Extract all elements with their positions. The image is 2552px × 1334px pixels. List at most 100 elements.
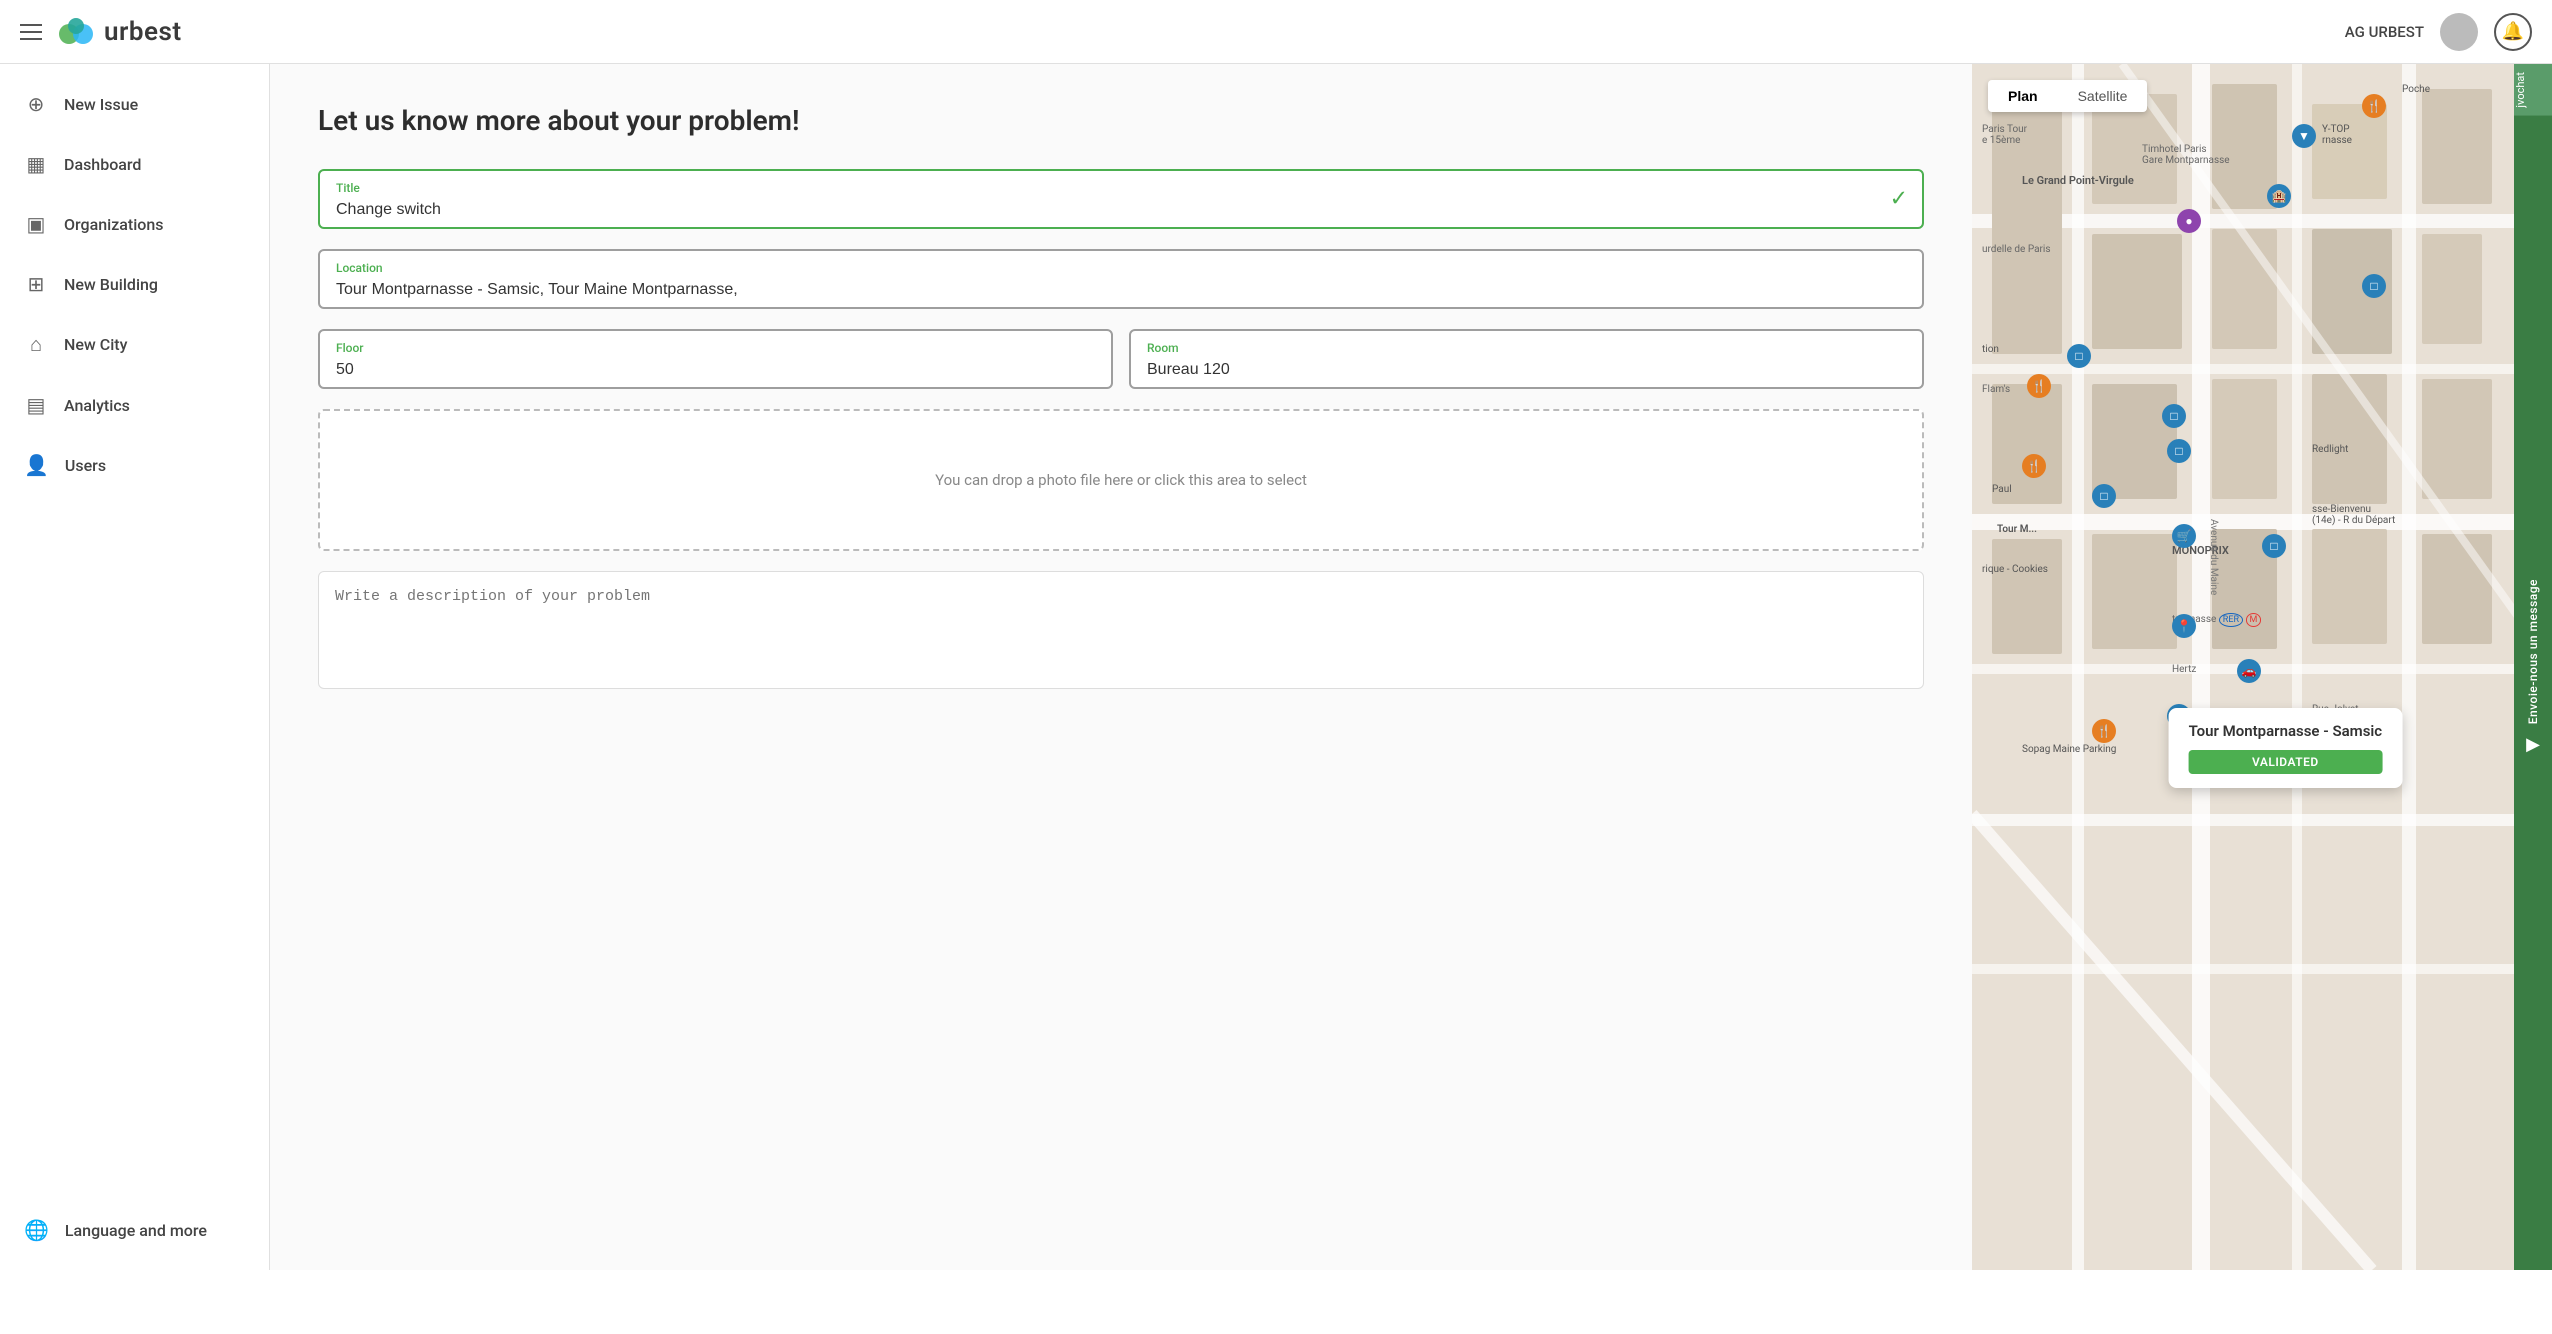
title-label: Title — [336, 181, 1906, 195]
map-pin-purple-1: ● — [2177, 209, 2201, 233]
map-label-sopag: Sopag Maine Parking — [2022, 744, 2116, 755]
sidebar-item-label: Language and more — [65, 1221, 207, 1240]
map-pin-blue-2: 🏨 — [2267, 184, 2291, 208]
form-heading: Let us know more about your problem! — [318, 104, 1924, 137]
floor-label: Floor — [336, 341, 1095, 355]
map-label-flams: Flam's — [1982, 384, 2010, 395]
sidebar-item-label: Dashboard — [64, 155, 141, 174]
chat-bar[interactable]: jvochat Envoie-nous un message ▶ — [2514, 64, 2552, 1270]
map-pin-orange-2: 🍴 — [2027, 374, 2051, 398]
sidebar-item-label: Organizations — [64, 215, 164, 234]
logo-text: urbest — [104, 17, 182, 47]
plan-button[interactable]: Plan — [1988, 80, 2058, 112]
floor-field[interactable]: Floor — [318, 329, 1113, 389]
map-label-1: Le Grand Point-Virgule — [2022, 174, 2134, 187]
map-pin-blue-8: 🛒 — [2172, 524, 2196, 548]
sidebar-item-language[interactable]: 🌐 Language and more — [0, 1200, 269, 1260]
title-field-group: Title ✓ — [318, 169, 1924, 229]
map-label-timhotel: Timhotel ParisGare Montparnasse — [2142, 144, 2230, 166]
header-left: urbest — [20, 12, 182, 52]
map-pin-orange-4: 🍴 — [2092, 719, 2116, 743]
map-pin-blue-6: □ — [2167, 439, 2191, 463]
sidebar-item-label: New Building — [64, 275, 158, 294]
sidebar-item-label: Analytics — [64, 396, 130, 415]
dashboard-icon: ▦ — [24, 152, 48, 176]
location-input[interactable] — [336, 281, 1906, 299]
map-pin-blue-4: □ — [2067, 344, 2091, 368]
map-pin-blue-hertz: 🚗 — [2237, 659, 2261, 683]
map-label-avenue: Avenue du Maine — [2207, 519, 2219, 595]
sidebar-item-label: New Issue — [64, 95, 138, 114]
room-field[interactable]: Room — [1129, 329, 1924, 389]
sidebar-item-label: New City — [64, 335, 127, 354]
map-label-paris-tour: Paris Toure 15ème — [1982, 124, 2027, 146]
sidebar-item-new-issue[interactable]: ⊕ New Issue — [0, 74, 269, 134]
hamburger-menu[interactable] — [20, 24, 42, 40]
logo: urbest — [56, 12, 182, 52]
location-label: Location — [336, 261, 1906, 275]
description-field[interactable] — [318, 571, 1924, 689]
map-label-cookies: rique - Cookies — [1982, 564, 2048, 575]
floor-room-group: Floor Room — [318, 329, 1924, 389]
building-icon: ⊞ — [24, 272, 48, 296]
map-pin-blue-7: □ — [2092, 484, 2116, 508]
map-label-ytop: Y-TOPrnasse — [2322, 124, 2352, 146]
map-label-redlight: Redlight — [2312, 444, 2348, 455]
map-label-hertz: Hertz — [2172, 664, 2196, 675]
sidebar-item-label: Users — [65, 456, 106, 475]
title-input[interactable] — [336, 201, 1906, 219]
description-textarea[interactable] — [335, 588, 1907, 668]
tooltip-title: Tour Montparnasse - Samsic — [2189, 722, 2383, 740]
sidebar-item-users[interactable]: 👤 Users — [0, 435, 269, 495]
location-field[interactable]: Location — [318, 249, 1924, 309]
sidebar-item-dashboard[interactable]: ▦ Dashboard — [0, 134, 269, 194]
photo-drop-area[interactable]: You can drop a photo file here or click … — [318, 409, 1924, 551]
map-label-action: tion — [1982, 344, 1999, 355]
satellite-button[interactable]: Satellite — [2058, 80, 2148, 112]
layout: ⊕ New Issue ▦ Dashboard ▣ Organizations … — [0, 64, 2552, 1270]
sidebar-item-new-city[interactable]: ⌂ New City — [0, 314, 269, 375]
room-input[interactable] — [1147, 361, 1906, 379]
sidebar-item-analytics[interactable]: ▤ Analytics — [0, 375, 269, 435]
plus-circle-icon: ⊕ — [24, 92, 48, 116]
map-pin-orange-1: 🍴 — [2362, 94, 2386, 118]
jvochat-label: jvochat — [2514, 64, 2552, 116]
validated-badge: VALIDATED — [2189, 750, 2383, 774]
map-pin-blue-9: □ — [2262, 534, 2286, 558]
map-background: Le Grand Point-Virgule Timhotel ParisGar… — [1972, 64, 2552, 1270]
sidebar-item-new-building[interactable]: ⊞ New Building — [0, 254, 269, 314]
organizations-icon: ▣ — [24, 212, 48, 236]
sidebar: ⊕ New Issue ▦ Dashboard ▣ Organizations … — [0, 64, 270, 1270]
map-tooltip: Tour Montparnasse - Samsic VALIDATED — [2169, 708, 2403, 788]
map-toggle: Plan Satellite — [1988, 80, 2147, 112]
map-label-burdelle: urdelle de Paris — [1982, 244, 2051, 255]
map-pin-blue-5: □ — [2162, 404, 2186, 428]
photo-drop-label: You can drop a photo file here or click … — [935, 471, 1307, 489]
logo-icon — [56, 12, 96, 52]
map-pin-blue-10: 📍 — [2172, 614, 2196, 638]
chat-icon: ▶ — [2526, 734, 2540, 755]
map-label-tourm: Tour M... — [1997, 524, 2037, 535]
room-label: Room — [1147, 341, 1906, 355]
globe-icon: 🌐 — [24, 1218, 49, 1242]
header: urbest AG URBEST 🔔 — [0, 0, 2552, 64]
city-icon: ⌂ — [24, 332, 48, 357]
map-label-paul: Paul — [1992, 484, 2012, 495]
map-pin-blue-3: □ — [2362, 274, 2386, 298]
bell-icon[interactable]: 🔔 — [2494, 13, 2532, 51]
map-pin-blue-1: ▼ — [2292, 124, 2316, 148]
user-label: AG URBEST — [2345, 23, 2424, 41]
map-pin-orange-3: 🍴 — [2022, 454, 2046, 478]
analytics-icon: ▤ — [24, 393, 48, 417]
map-panel: Le Grand Point-Virgule Timhotel ParisGar… — [1972, 64, 2552, 1270]
floor-input[interactable] — [336, 361, 1095, 379]
chat-bar-text: Envoie-nous un message — [2526, 579, 2540, 724]
sidebar-item-organizations[interactable]: ▣ Organizations — [0, 194, 269, 254]
avatar — [2440, 13, 2478, 51]
map-svg — [1972, 64, 2552, 1270]
title-field[interactable]: Title ✓ — [318, 169, 1924, 229]
check-icon: ✓ — [1890, 187, 1908, 212]
users-icon: 👤 — [24, 453, 49, 477]
map-label-bienvenue: sse-Bienvenu(14e) - R du Départ — [2312, 504, 2395, 526]
main-form-panel: Let us know more about your problem! Tit… — [270, 64, 1972, 1270]
